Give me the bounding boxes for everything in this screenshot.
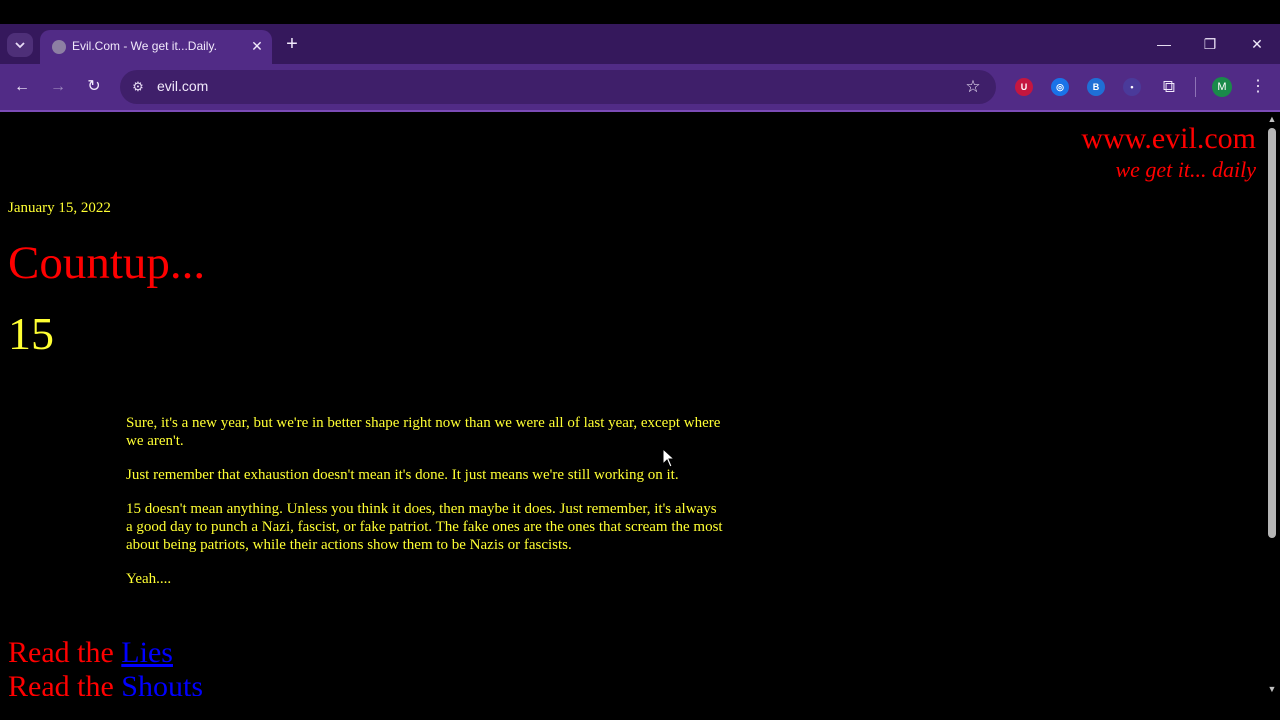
ublock-icon[interactable]: U [1015, 78, 1033, 96]
tab-close-icon[interactable]: ✕ [248, 37, 266, 55]
scrollbar-thumb[interactable] [1268, 128, 1276, 538]
url-text[interactable]: evil.com [157, 78, 208, 94]
tab-active[interactable]: Evil.Com - We get it...Daily. ✕ [40, 30, 272, 64]
extension-icon-3[interactable]: B [1087, 78, 1105, 96]
post-title: Countup... [8, 237, 206, 289]
globe-icon [52, 40, 66, 54]
extension-icon-2[interactable]: ◎ [1051, 78, 1069, 96]
page-scrollbar[interactable]: ▲ ▼ [1264, 112, 1280, 696]
site-tagline: we get it... daily [1115, 157, 1256, 182]
extensions-puzzle-icon[interactable]: ⧉ [1157, 75, 1181, 99]
countup-number: 15 [8, 308, 54, 359]
lies-link[interactable]: Lies [121, 636, 173, 669]
screen-top-strip [0, 0, 1280, 24]
tab-bar: Evil.Com - We get it...Daily. ✕ + — ❐ ✕ [0, 24, 1280, 64]
reload-button[interactable]: ↻ [82, 75, 106, 99]
scroll-up-arrow-icon[interactable]: ▲ [1264, 112, 1280, 126]
read-prefix: Read the [8, 636, 114, 669]
scroll-down-arrow-icon[interactable]: ▼ [1264, 682, 1280, 696]
new-tab-button[interactable]: + [282, 33, 302, 55]
page-content: www.evil.com we get it... daily January … [0, 112, 1264, 720]
bookmark-star-icon[interactable]: ☆ [962, 76, 984, 98]
paragraph: 15 doesn't mean anything. Unless you thi… [126, 501, 723, 553]
read-lies-line: Read the Lies [8, 636, 173, 670]
toolbar-divider [1195, 77, 1196, 97]
minimize-button[interactable]: — [1150, 32, 1178, 56]
restore-button[interactable]: ❐ [1196, 32, 1224, 56]
close-window-button[interactable]: ✕ [1243, 32, 1271, 56]
extension-icon-4[interactable]: • [1123, 78, 1141, 96]
profile-avatar[interactable]: M [1212, 77, 1232, 97]
back-button[interactable]: ← [10, 75, 34, 99]
paragraph: Yeah.... [126, 571, 172, 587]
chevron-down-icon [15, 42, 25, 49]
tab-title: Evil.Com - We get it...Daily. [72, 39, 217, 53]
paragraph: Just remember that exhaustion doesn't me… [126, 467, 679, 483]
address-bar[interactable]: ⚙ evil.com ☆ [120, 70, 996, 104]
forward-button[interactable]: → [46, 75, 70, 99]
site-info-icon[interactable]: ⚙ [128, 77, 148, 97]
browser-menu-icon[interactable]: ⋮ [1248, 75, 1268, 99]
mouse-cursor-icon [662, 448, 676, 468]
paragraph: Sure, it's a new year, but we're in bett… [126, 415, 721, 449]
screen-bottom-strip [0, 696, 1280, 720]
tab-search-button[interactable] [7, 33, 33, 57]
site-title: www.evil.com [1081, 122, 1256, 155]
browser-toolbar: ← → ↻ ⚙ evil.com ☆ U ◎ B • ⧉ M ⋮ [0, 64, 1280, 110]
post-date: January 15, 2022 [8, 200, 111, 216]
post-body: Sure, it's a new year, but we're in bett… [126, 414, 726, 604]
